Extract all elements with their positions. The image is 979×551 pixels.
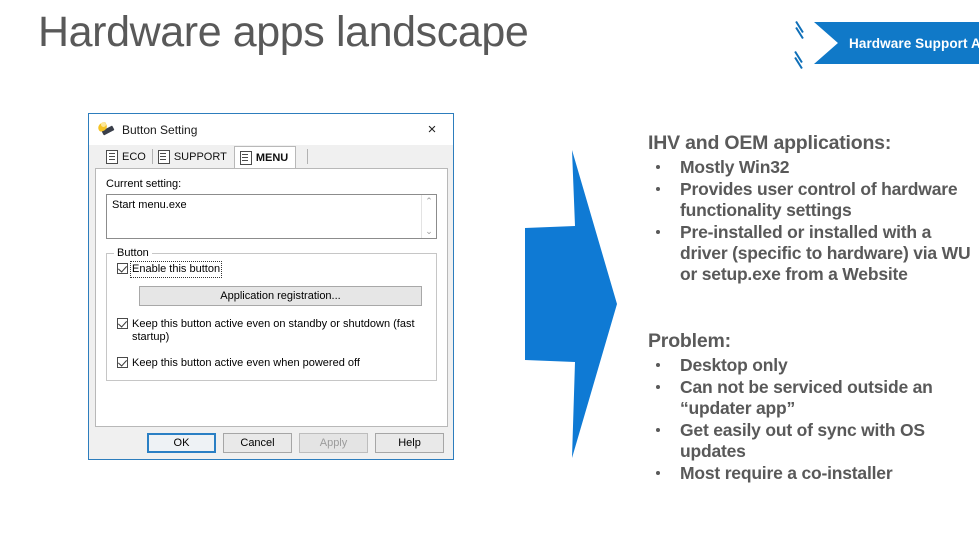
list-item: Mostly Win32 [648, 157, 973, 178]
dialog-title: Button Setting [122, 122, 198, 137]
bullet-icon [656, 187, 660, 191]
listbox-scrollbar[interactable]: ⌃ ⌄ [421, 195, 436, 238]
right-arrow-icon [500, 148, 625, 460]
dialog-tabstrip: ECO SUPPORT MENU [89, 145, 453, 168]
current-setting-listbox[interactable]: Start menu.exe ⌃ ⌄ [106, 194, 437, 239]
page-title: Hardware apps landscape [38, 8, 529, 56]
tab-strip-end [296, 146, 309, 167]
list-item: Provides user control of hardware functi… [648, 179, 973, 221]
tab-menu[interactable]: MENU [233, 146, 297, 168]
keep-active-standby-label: Keep this button active even on standby … [132, 318, 415, 343]
enable-this-button-label: Enable this button [129, 261, 223, 278]
current-setting-label: Current setting: [106, 178, 182, 190]
dialog-footer: OK Cancel Apply Help [89, 433, 455, 453]
chevron-up-icon[interactable]: ⌃ [425, 197, 433, 206]
ihv-oem-heading: IHV and OEM applications: [648, 132, 892, 154]
list-item: Pre-installed or installed with a driver… [648, 222, 973, 285]
problem-section: Problem: Desktop only Can not be service… [648, 330, 973, 485]
bullet-icon [656, 230, 660, 234]
document-icon [157, 149, 170, 164]
list-item: Desktop only [648, 355, 973, 376]
tab-menu-label: MENU [255, 151, 289, 164]
bullet-icon [656, 363, 660, 367]
keep-active-powered-off-label: Keep this button active even when powere… [132, 357, 360, 369]
bullet-icon [656, 385, 660, 389]
close-icon[interactable]: × [411, 114, 453, 144]
chevron-down-icon[interactable]: ⌄ [425, 227, 433, 236]
tab-eco-label: ECO [122, 150, 146, 163]
keep-active-standby-checkbox[interactable] [117, 318, 128, 329]
apply-button: Apply [299, 433, 368, 453]
list-item: Get easily out of sync with OS updates [648, 420, 973, 462]
badge-label: Hardware Support Apps [849, 35, 979, 51]
button-groupbox-title: Button [114, 247, 152, 259]
paintbrush-icon [96, 121, 115, 139]
enable-this-button-checkbox[interactable] [117, 263, 128, 274]
bullet-icon [656, 165, 660, 169]
document-icon [239, 150, 252, 165]
help-button[interactable]: Help [375, 433, 444, 453]
ihv-oem-section: IHV and OEM applications: Mostly Win32 P… [648, 132, 973, 286]
bullet-icon [656, 428, 660, 432]
badge-ribbon-shape: Hardware Support Apps [814, 22, 979, 64]
list-item: Most require a co-installer [648, 463, 973, 484]
button-setting-dialog: Button Setting × ECO SUPPORT MENU Curren… [88, 113, 454, 460]
ihv-oem-list: Mostly Win32 Provides user control of ha… [648, 157, 973, 285]
cancel-button[interactable]: Cancel [223, 433, 292, 453]
dialog-titlebar: Button Setting × [89, 114, 453, 145]
problem-heading: Problem: [648, 330, 731, 352]
tab-eco[interactable]: ECO [101, 146, 153, 167]
list-item: Can not be serviced outside an “updater … [648, 377, 973, 419]
keep-active-powered-off-checkbox-row[interactable]: Keep this button active even when powere… [117, 357, 428, 370]
tab-support-label: SUPPORT [173, 150, 227, 163]
keep-active-powered-off-checkbox[interactable] [117, 357, 128, 368]
document-icon [106, 149, 118, 164]
application-registration-button[interactable]: Application registration... [139, 286, 422, 306]
tab-support[interactable]: SUPPORT [153, 146, 234, 167]
keep-active-standby-checkbox-row[interactable]: Keep this button active even on standby … [117, 318, 428, 344]
bullet-icon [656, 471, 660, 475]
listbox-item[interactable]: Start menu.exe [107, 195, 436, 215]
problem-list: Desktop only Can not be serviced outside… [648, 355, 973, 484]
hardware-support-apps-badge: Hardware Support Apps [794, 20, 979, 70]
menu-tab-panel: Current setting: Start menu.exe ⌃ ⌄ Butt… [95, 168, 448, 427]
button-groupbox: Button Enable this button Application re… [106, 247, 437, 381]
ok-button[interactable]: OK [147, 433, 216, 453]
enable-this-button-checkbox-row[interactable]: Enable this button [117, 261, 428, 278]
